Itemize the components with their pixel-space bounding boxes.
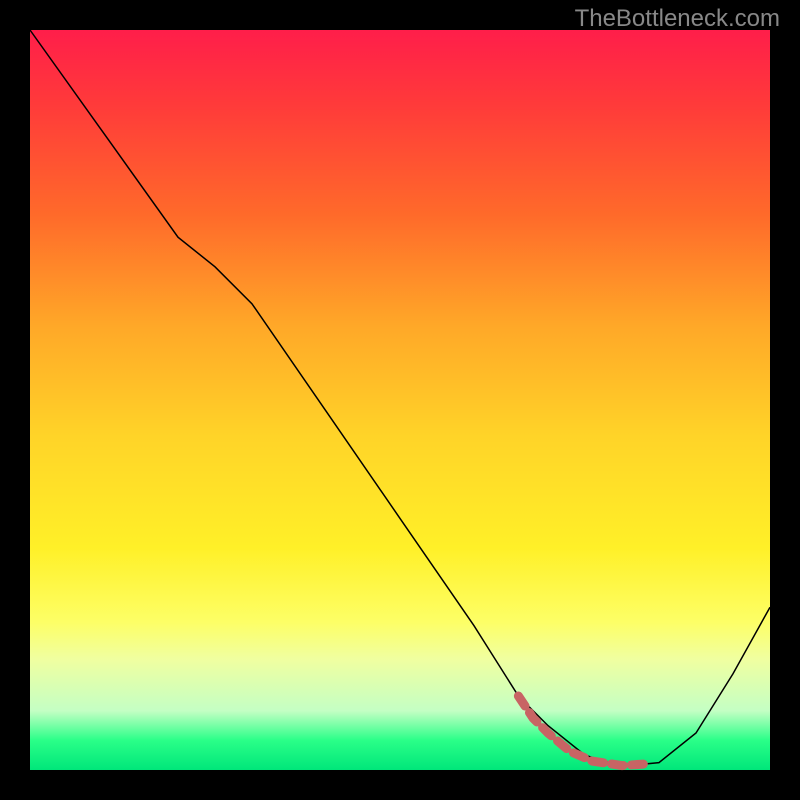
watermark-text: TheBottleneck.com <box>575 5 780 33</box>
bottleneck-curve-line <box>30 30 770 766</box>
highlight-segment-line <box>518 696 644 766</box>
chart-svg <box>30 30 770 770</box>
